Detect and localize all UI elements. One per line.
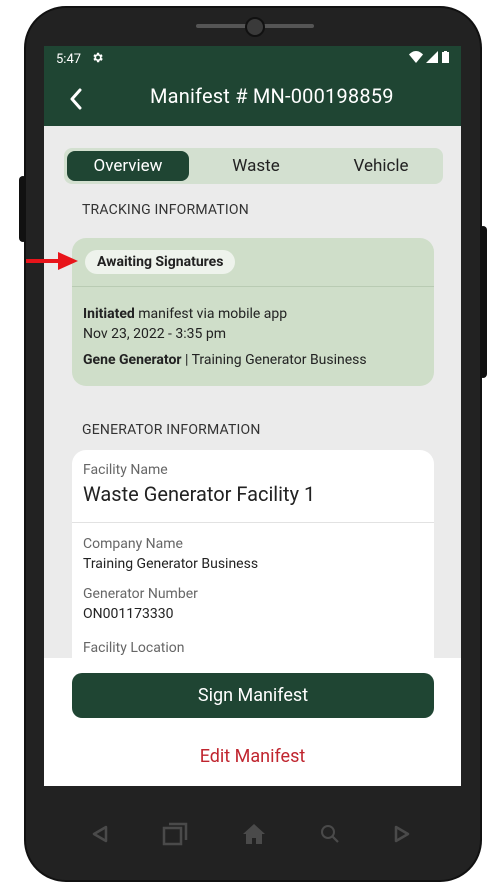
facility-name-label: Facility Name [83, 462, 168, 478]
tab-bar: Overview Waste Vehicle [64, 148, 443, 184]
status-bar: 5:47 [44, 46, 461, 72]
phone-camera [245, 17, 265, 37]
facility-location-label: Facility Location [83, 640, 185, 656]
generator-number-value: ON001173330 [83, 606, 174, 622]
back-arrow-icon[interactable] [62, 85, 90, 113]
divider [72, 286, 434, 287]
recent-apps-icon[interactable] [162, 822, 188, 846]
annotation-arrow-icon [26, 252, 78, 270]
battery-icon [442, 51, 449, 67]
forward-triangle-icon[interactable] [394, 825, 410, 843]
facility-name-value: Waste Generator Facility 1 [83, 482, 316, 506]
back-triangle-icon[interactable] [92, 825, 108, 843]
tracking-card: Awaiting Signatures Initiated manifest v… [72, 238, 434, 386]
sign-manifest-button[interactable]: Sign Manifest [72, 673, 434, 718]
status-badge: Awaiting Signatures [85, 250, 236, 274]
company-name-label: Company Name [83, 536, 183, 552]
bottom-action-panel: Sign Manifest Edit Manifest [44, 658, 461, 786]
app-screen: 5:47 Manifest # MN-000198859 Overview Wa… [44, 46, 461, 786]
app-header: Manifest # MN-000198859 [44, 72, 461, 126]
tracking-person: Gene Generator | Training Generator Busi… [83, 352, 367, 368]
status-time: 5:47 [56, 51, 82, 67]
tracking-action-verb: Initiated [83, 306, 135, 322]
search-icon[interactable] [320, 824, 340, 844]
tab-vehicle[interactable]: Vehicle [326, 148, 436, 184]
system-nav-bar [92, 820, 410, 848]
generator-section-title: GENERATOR INFORMATION [82, 422, 261, 438]
tracking-action-detail: manifest via mobile app [134, 306, 288, 322]
divider [72, 522, 434, 523]
tracking-action: Initiated manifest via mobile app [83, 306, 287, 322]
edit-manifest-button[interactable]: Edit Manifest [44, 746, 461, 767]
page-title: Manifest # MN-000198859 [150, 84, 394, 108]
tracking-section-title: TRACKING INFORMATION [82, 202, 249, 218]
wifi-icon [409, 51, 423, 67]
signal-icon [426, 51, 438, 67]
tab-waste[interactable]: Waste [204, 148, 308, 184]
tracking-person-company: | Training Generator Business [181, 352, 367, 368]
tab-overview[interactable]: Overview [67, 151, 189, 181]
tracking-person-name: Gene Generator [83, 352, 182, 368]
settings-gear-icon [91, 51, 104, 68]
company-name-value: Training Generator Business [83, 556, 259, 572]
generator-number-label: Generator Number [83, 586, 198, 602]
home-icon[interactable] [242, 822, 266, 846]
tracking-datetime: Nov 23, 2022 - 3:35 pm [83, 326, 226, 342]
